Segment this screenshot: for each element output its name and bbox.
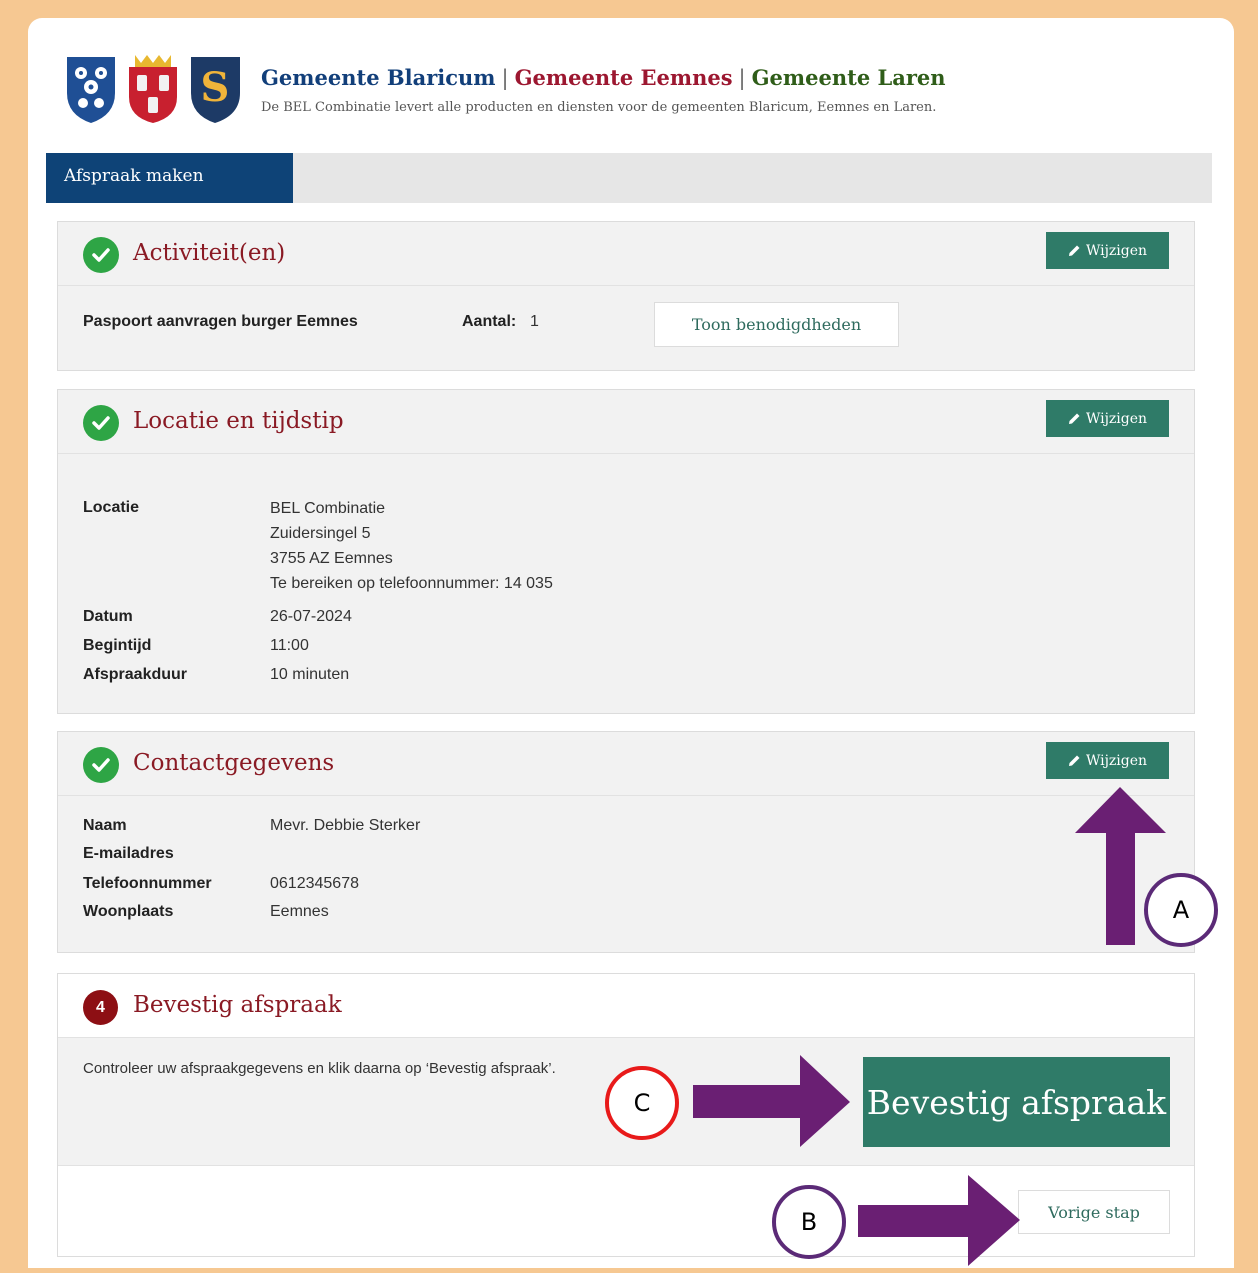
aantal-value: 1 bbox=[530, 313, 539, 330]
edit-label: Wijzigen bbox=[1085, 752, 1148, 769]
email-label: E-mailadres bbox=[83, 845, 174, 862]
site-brand: Gemeente Blaricum | Gemeente Eemnes | Gemeen… bbox=[261, 65, 946, 90]
edit-label: Wijzigen bbox=[1085, 410, 1148, 427]
locatie-label: Locatie bbox=[83, 499, 140, 516]
annotation-marker-b: B bbox=[772, 1185, 846, 1259]
naam-value: Mevr. Debbie Sterker bbox=[270, 817, 421, 834]
duur-label: Afspraakduur bbox=[83, 666, 188, 683]
brand-separator: | bbox=[738, 66, 746, 90]
panel-title: Activiteit(en) bbox=[133, 240, 286, 266]
tab-afspraak-maken[interactable]: Afspraak maken bbox=[46, 153, 293, 203]
panel-title: Contactgegevens bbox=[133, 750, 335, 776]
duur-value: 10 minuten bbox=[270, 666, 350, 683]
panel-header: 4 Bevestig afspraak bbox=[58, 974, 1194, 1038]
check-icon bbox=[83, 237, 119, 273]
eemnes-crest-icon bbox=[129, 55, 177, 123]
datum-label: Datum bbox=[83, 608, 133, 625]
pencil-icon bbox=[1068, 245, 1080, 256]
panel-title: Locatie en tijdstip bbox=[133, 408, 344, 434]
panel-header: Locatie en tijdstip Wijzigen bbox=[58, 390, 1194, 454]
edit-contact-button[interactable]: Wijzigen bbox=[1046, 742, 1169, 779]
edit-label: Wijzigen bbox=[1085, 242, 1148, 259]
naam-label: Naam bbox=[83, 817, 127, 834]
brand-eemnes[interactable]: Gemeente Eemnes bbox=[515, 65, 733, 90]
instruction-text: Controleer uw afspraakgegevens en klik d… bbox=[83, 1060, 556, 1077]
tab-bar: Afspraak maken bbox=[46, 153, 1212, 203]
panel-header: Activiteit(en) Wijzigen bbox=[58, 222, 1194, 286]
laren-crest-letter: S bbox=[201, 64, 230, 111]
panel-activiteiten: Activiteit(en) Wijzigen Paspoort aanvrag… bbox=[57, 221, 1195, 371]
toon-benodigdheden-button[interactable]: Toon benodigdheden bbox=[654, 302, 899, 347]
telefoon-label: Telefoonnummer bbox=[83, 875, 212, 892]
brand-separator: | bbox=[501, 66, 509, 90]
telefoon-value: 0612345678 bbox=[270, 875, 359, 892]
blaricum-crest-icon bbox=[67, 57, 115, 123]
address-line: 3755 AZ Eemnes bbox=[270, 550, 393, 567]
brand-blaricum[interactable]: Gemeente Blaricum bbox=[261, 65, 496, 90]
laren-crest-icon: S bbox=[191, 57, 240, 123]
panel-title: Bevestig afspraak bbox=[133, 992, 342, 1018]
address-line: BEL Combinatie bbox=[270, 500, 386, 517]
woonplaats-value: Eemnes bbox=[270, 903, 329, 920]
panel-contact: Contactgegevens Wijzigen Naam Mevr. Debb… bbox=[57, 731, 1195, 953]
annotation-marker-c: C bbox=[605, 1066, 679, 1140]
woonplaats-label: Woonplaats bbox=[83, 903, 174, 920]
address-line: Te bereiken op telefoonnummer: 14 035 bbox=[270, 575, 553, 592]
panel-header: Contactgegevens Wijzigen bbox=[58, 732, 1194, 796]
aantal-label: Aantal: bbox=[462, 313, 517, 330]
step-number-badge: 4 bbox=[83, 990, 118, 1025]
begintijd-label: Begintijd bbox=[83, 637, 152, 654]
begintijd-value: 11:00 bbox=[270, 637, 309, 654]
check-icon bbox=[83, 747, 119, 783]
municipality-logos: S bbox=[63, 53, 243, 125]
vorige-stap-button[interactable]: Vorige stap bbox=[1018, 1190, 1170, 1234]
address-line: Zuidersingel 5 bbox=[270, 525, 371, 542]
brand-laren[interactable]: Gemeente Laren bbox=[752, 65, 946, 90]
bevestig-afspraak-button[interactable]: Bevestig afspraak bbox=[863, 1057, 1170, 1147]
product-name: Paspoort aanvragen burger Eemnes bbox=[83, 313, 358, 330]
annotation-marker-a: A bbox=[1144, 873, 1218, 947]
datum-value: 26-07-2024 bbox=[270, 608, 352, 625]
site-tagline: De BEL Combinatie levert alle producten … bbox=[261, 100, 937, 115]
edit-locatie-button[interactable]: Wijzigen bbox=[1046, 400, 1169, 437]
edit-activiteiten-button[interactable]: Wijzigen bbox=[1046, 232, 1169, 269]
pencil-icon bbox=[1068, 755, 1080, 766]
check-icon bbox=[83, 405, 119, 441]
pencil-icon bbox=[1068, 413, 1080, 424]
panel-locatie: Locatie en tijdstip Wijzigen Locatie BEL… bbox=[57, 389, 1195, 714]
